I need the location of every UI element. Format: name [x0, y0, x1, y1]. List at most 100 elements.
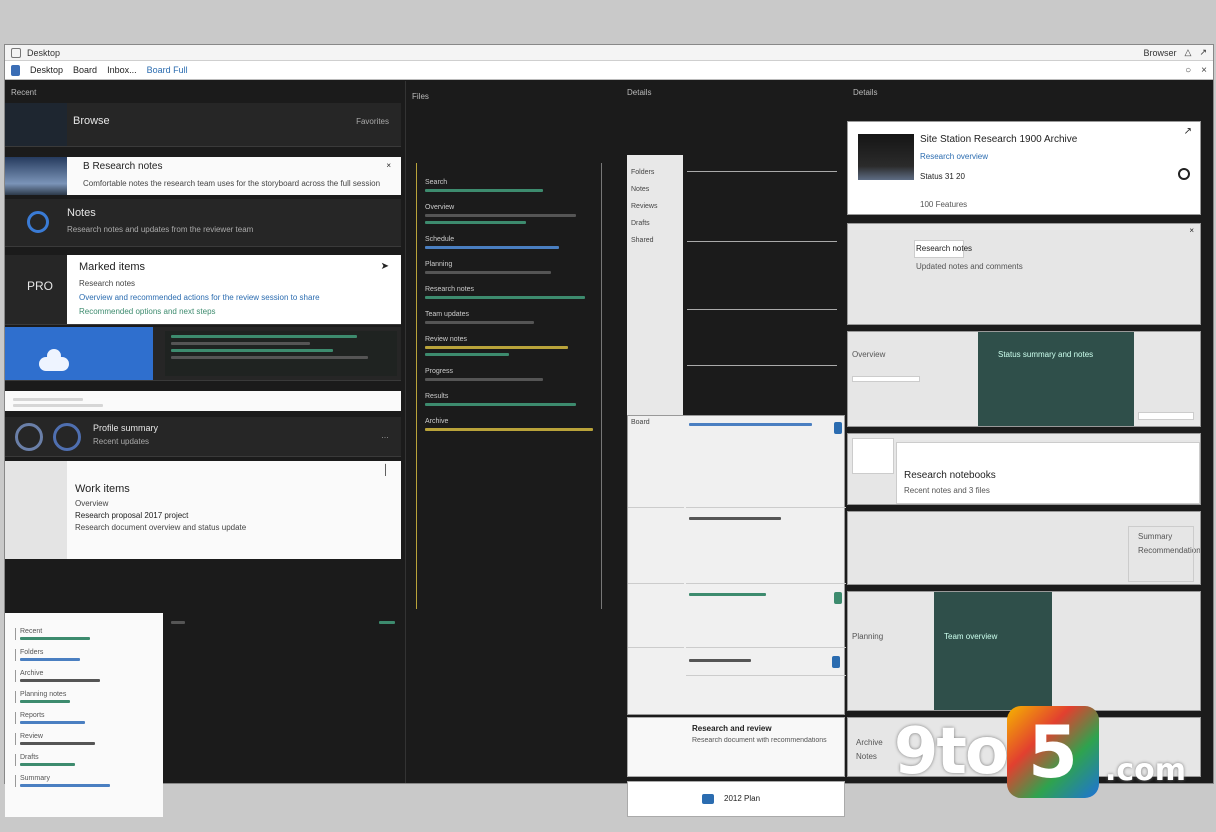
tree-node[interactable]: Summary [15, 775, 159, 787]
connector-line [687, 365, 837, 366]
feed-card[interactable]: Work items Overview Research proposal 20… [5, 461, 401, 559]
card-text: Updated notes and comments [916, 262, 1023, 271]
preview-card[interactable]: Summary Recommendations [847, 511, 1201, 585]
preview-column: Details Site Station Research 1900 Archi… [847, 81, 1211, 783]
card-text: Notes [856, 752, 877, 761]
grid-cell[interactable] [628, 510, 684, 584]
outline-panel: Search Overview Schedule Planning Resear… [416, 163, 602, 609]
tree-node[interactable]: Folders [15, 649, 159, 661]
list-item[interactable]: Folders [631, 169, 679, 176]
message-card[interactable]: Research and review Research document wi… [627, 717, 845, 777]
tree-node[interactable]: Archive [15, 670, 159, 682]
user-icon[interactable]: △ [1185, 47, 1192, 58]
outline-item[interactable]: Planning [425, 261, 593, 274]
outline-item[interactable]: Progress [425, 368, 593, 381]
preview-card[interactable]: Overview Status summary and notes [847, 331, 1201, 427]
watermark-text: 9to [893, 715, 1009, 789]
files-column: Files Search Overview Schedule Planning … [405, 81, 617, 783]
dark-pane [934, 592, 1052, 710]
tree-node[interactable]: Drafts [15, 754, 159, 766]
connector-line [687, 309, 837, 310]
outline-item[interactable]: Team updates [425, 311, 593, 324]
card-text: Comfortable notes the research team uses… [83, 179, 381, 188]
connector-line [687, 171, 837, 172]
card-text: Overview and recommended actions for the… [79, 293, 320, 302]
card-body: Marked items Research notes Overview and… [67, 255, 401, 324]
preview-card[interactable]: Planning Team overview [847, 591, 1201, 711]
preview-card[interactable]: Research notebooks Recent notes and 3 fi… [847, 433, 1201, 505]
grid-cell[interactable]: Board [628, 416, 684, 508]
card-title: Marked items [79, 261, 146, 273]
account-label[interactable]: Browser [1144, 48, 1177, 58]
weather-banner [5, 327, 153, 380]
toggle-switch[interactable] [834, 592, 842, 604]
thumbnail [5, 461, 67, 559]
connector-line [687, 241, 837, 242]
search-row[interactable] [5, 391, 401, 411]
list-item[interactable]: Shared [631, 237, 679, 244]
feed-card[interactable]: Browse Favorites [5, 103, 401, 147]
card-text: Team overview [944, 632, 998, 641]
grid-cell[interactable] [686, 416, 846, 508]
board-link[interactable]: Board Full [147, 65, 188, 75]
message-card[interactable]: 2012 Plan [627, 781, 845, 817]
bird-icon[interactable]: ➤ [381, 261, 389, 272]
view-label[interactable]: Board [73, 65, 97, 75]
settings-icon[interactable]: ○ [1185, 65, 1191, 76]
feature-card[interactable]: Site Station Research 1900 Archive Resea… [847, 121, 1201, 215]
thumbnail [5, 103, 67, 146]
toggle-switch[interactable] [832, 656, 840, 668]
list-item[interactable]: Reviews [631, 203, 679, 210]
outline-item[interactable]: Overview [425, 204, 593, 224]
list-item[interactable]: Drafts [631, 220, 679, 227]
tree-node[interactable]: Recent [15, 628, 159, 640]
close-icon[interactable]: × [1189, 226, 1194, 235]
tree-node[interactable]: Reports [15, 712, 159, 724]
outline-item[interactable]: Research notes [425, 286, 593, 299]
outline-item[interactable]: Results [425, 393, 593, 406]
feature-status: Status 31 20 [920, 172, 965, 181]
tree-toolbar [171, 615, 401, 627]
feed-card[interactable]: PRO Marked items Research notes Overview… [5, 255, 401, 325]
feed-card[interactable]: B Research notes Comfortable notes the r… [5, 157, 401, 195]
card-text: Research document overview and status up… [75, 523, 247, 532]
pin-icon[interactable]: │ [383, 465, 389, 476]
preview-header: Details [853, 87, 878, 97]
outline-item[interactable]: Search [425, 179, 593, 192]
grid-cell[interactable] [628, 586, 684, 648]
grid-cell[interactable] [686, 586, 846, 648]
grid-cell[interactable] [686, 652, 846, 676]
media-card[interactable] [5, 327, 401, 381]
nav-label[interactable]: Inbox... [107, 65, 137, 75]
message-icon [702, 794, 714, 804]
profile-card[interactable]: Profile summary Recent updates … [5, 417, 401, 457]
more-icon[interactable]: … [381, 431, 389, 440]
profile-avatar-icon [27, 211, 49, 233]
expand-icon[interactable]: ↗ [1199, 47, 1207, 58]
preview-chip [852, 376, 920, 382]
preview-chip [1128, 526, 1194, 582]
preview-card[interactable]: Research notes Updated notes and comment… [847, 223, 1201, 325]
chart-strip [165, 331, 397, 376]
app-icon [11, 64, 20, 76]
close-icon[interactable]: × [1201, 65, 1207, 76]
tree-node[interactable]: Planning notes [15, 691, 159, 703]
recent-column: Recent Browse Favorites B Research notes… [5, 81, 403, 817]
card-title: Work items [75, 483, 130, 495]
expand-icon[interactable]: ↗ [1184, 126, 1192, 137]
outline-item[interactable]: Schedule [425, 236, 593, 249]
tree-node[interactable]: Review [15, 733, 159, 745]
card-subtitle: Recent updates [93, 437, 150, 446]
toggle-switch[interactable] [834, 422, 842, 434]
outline-item[interactable]: Review notes [425, 336, 593, 356]
outline-item[interactable]: Archive [425, 418, 593, 431]
info-icon[interactable] [1178, 168, 1190, 180]
feed-card[interactable]: Notes Research notes and updates from th… [5, 199, 401, 247]
app-name[interactable]: Desktop [30, 65, 63, 75]
feature-thumbnail [858, 134, 914, 180]
card-title: Overview [852, 350, 886, 359]
message-label: 2012 Plan [724, 794, 761, 803]
grid-cell[interactable] [686, 510, 846, 584]
list-item[interactable]: Notes [631, 186, 679, 193]
close-icon[interactable]: × [386, 161, 391, 170]
